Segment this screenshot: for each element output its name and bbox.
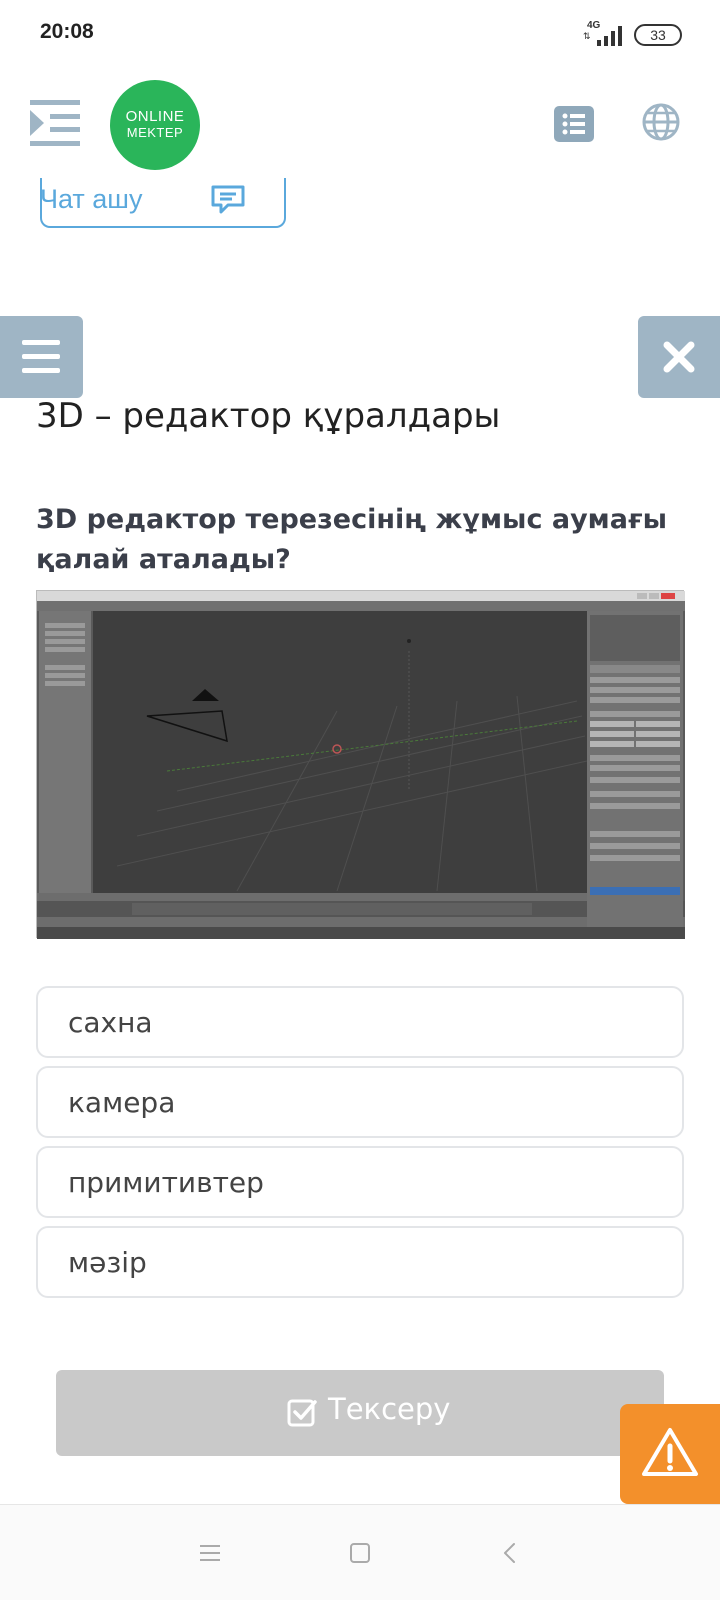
checkbox-icon bbox=[287, 1399, 317, 1427]
app-header: ONLINE MEKTEP bbox=[0, 78, 720, 178]
chat-button-label: Чат ашу bbox=[40, 184, 143, 214]
logo-line1: ONLINE bbox=[125, 108, 185, 125]
answer-option-label: мәзір bbox=[68, 1246, 147, 1279]
home-icon[interactable] bbox=[348, 1541, 372, 1565]
recent-apps-icon[interactable] bbox=[198, 1543, 222, 1563]
check-answer-label: Тексеру bbox=[328, 1392, 451, 1426]
battery-indicator: 33 bbox=[634, 24, 682, 46]
status-bar: 20:08 4G ⇅ 33 bbox=[0, 0, 720, 70]
close-button[interactable] bbox=[638, 316, 720, 398]
answer-option[interactable]: сахна bbox=[36, 986, 684, 1058]
blender-editor-image bbox=[36, 590, 685, 939]
signal-icon: 4G ⇅ bbox=[583, 20, 623, 46]
status-time: 20:08 bbox=[40, 20, 94, 43]
chat-bubble-icon bbox=[211, 185, 245, 214]
answer-option-label: камера bbox=[68, 1086, 176, 1119]
page-title: 3D – редактор құралдары bbox=[36, 396, 501, 436]
answer-option-label: примитивтер bbox=[68, 1166, 264, 1199]
question-text: 3D редактор терезесінің жұмыс аумағы қал… bbox=[36, 504, 668, 575]
answer-option[interactable]: камера bbox=[36, 1066, 684, 1138]
hamburger-menu-button[interactable] bbox=[0, 316, 83, 398]
system-nav-bar bbox=[0, 1504, 720, 1600]
check-answer-button[interactable]: Тексеру bbox=[56, 1370, 664, 1456]
warning-icon bbox=[642, 1428, 698, 1476]
list-icon[interactable] bbox=[554, 106, 594, 142]
close-icon bbox=[663, 341, 695, 373]
online-mektep-logo[interactable]: ONLINE MEKTEP bbox=[110, 80, 200, 170]
indent-menu-icon[interactable] bbox=[30, 100, 80, 146]
back-icon[interactable] bbox=[500, 1541, 520, 1565]
answer-option[interactable]: примитивтер bbox=[36, 1146, 684, 1218]
answer-option[interactable]: мәзір bbox=[36, 1226, 684, 1298]
report-problem-button[interactable] bbox=[620, 1404, 720, 1504]
globe-icon[interactable] bbox=[641, 102, 681, 142]
logo-line2: MEKTEP bbox=[126, 125, 184, 140]
answer-option-label: сахна bbox=[68, 1006, 153, 1039]
